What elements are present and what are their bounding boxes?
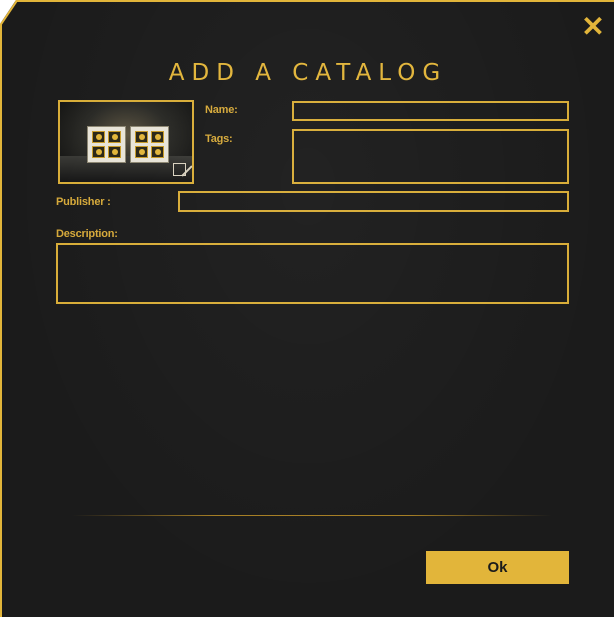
- footer-divider: [72, 515, 552, 516]
- thumbnail-panel-left: [87, 126, 126, 163]
- thumbnail-panel-right: [130, 126, 169, 163]
- tags-field[interactable]: [292, 129, 569, 184]
- add-catalog-dialog: ✕ ADD A CATALOG Name: Tags: Publisher : …: [0, 0, 614, 617]
- description-label: Description:: [56, 228, 118, 240]
- thumbnail-cell: [92, 146, 105, 158]
- close-icon[interactable]: ✕: [580, 13, 606, 41]
- thumbnail-cell: [92, 131, 105, 143]
- description-field[interactable]: [56, 243, 569, 304]
- publisher-label: Publisher :: [56, 196, 111, 208]
- thumbnail-cell: [151, 131, 164, 143]
- edit-icon[interactable]: [173, 163, 186, 176]
- thumbnail-cell: [135, 131, 148, 143]
- thumbnail-cell: [135, 146, 148, 158]
- catalog-thumbnail[interactable]: [58, 100, 194, 184]
- thumbnail-cell: [108, 131, 121, 143]
- thumbnail-cell: [108, 146, 121, 158]
- thumbnail-cell: [151, 146, 164, 158]
- dialog-title: ADD A CATALOG: [168, 60, 448, 86]
- publisher-field[interactable]: [178, 191, 569, 212]
- name-label: Name:: [205, 104, 238, 116]
- name-field[interactable]: [292, 101, 569, 121]
- tags-label: Tags:: [205, 133, 233, 145]
- ok-button[interactable]: Ok: [426, 551, 569, 584]
